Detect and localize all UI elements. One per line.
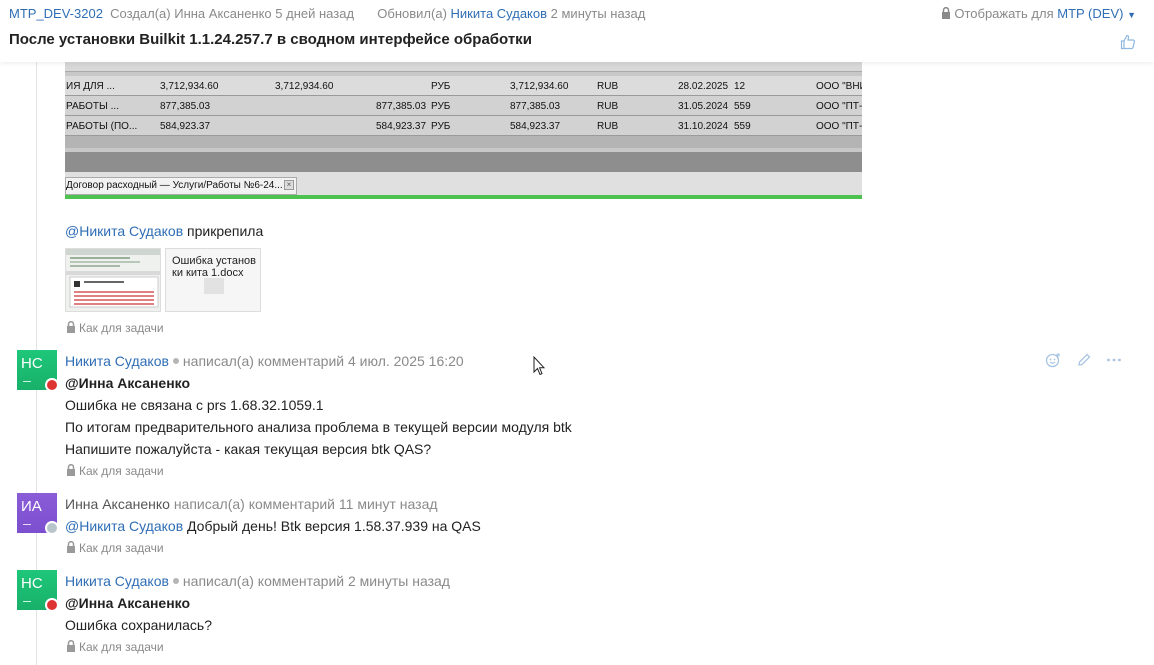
updated-prefix: Обновил(а) [377,6,447,21]
visibility-value: MTP (DEV) [1057,6,1124,21]
avatar-initials: НС [21,355,43,372]
emoji-reaction-icon[interactable] [1045,352,1061,368]
avatar[interactable]: НС [17,570,59,612]
avatar[interactable]: НС [17,350,59,392]
screenshot-row: РАБОТЫ ... 877,385.03 877,385.03 РУБ 877… [65,96,862,116]
screenshot-header-row [65,62,862,72]
screenshot-tab-strip: Договор расходный — Услуги/Работы №6-24.… [65,172,862,196]
lock-icon [67,320,75,333]
avatar[interactable]: ИА [17,493,59,535]
comment-time[interactable]: 11 минут назад [339,496,438,512]
mention-link[interactable]: @Никита Судаков [65,518,183,534]
issue-title: После установки Builkit 1.1.24.257.7 в с… [9,31,532,48]
comment-line: Напишите пожалуйста - какая текущая верс… [65,441,432,457]
avatar-initials: НС [21,575,43,592]
like-icon[interactable] [1120,34,1136,50]
document-file-name: Ошибка установки кита 1.docx [172,255,256,279]
edit-pencil-icon[interactable] [1076,352,1092,368]
visibility-selector[interactable]: Отображать для MTP (DEV) ▼ [941,6,1136,21]
attachment-note: @Никита Судаков прикрепила [65,223,263,239]
issue-meta: MTP_DEV-3202 Создал(а) Инна Аксаненко 5 … [9,6,645,21]
comment-header: Инна Аксаненко написал(а) комментарий 11… [65,496,438,512]
visibility-note: Как для задачи [66,540,164,555]
visibility-note: Как для задачи [66,463,164,478]
visibility-prefix: Отображать для [954,6,1054,21]
close-icon: × [284,180,294,190]
mouse-cursor-icon [533,356,545,376]
screenshot-progress-bar [65,195,862,199]
comment-author-link[interactable]: Никита Судаков [65,353,169,369]
avatar-initials: ИА [21,498,42,515]
comment-action: написал(а) комментарий [173,496,336,512]
comment-line: По итогам предварительного анализа пробл… [65,419,572,435]
screenshot-row: ИЯ ДЛЯ ... 3,712,934.60 3,712,934.60 РУБ… [65,76,862,96]
status-badge [45,598,59,612]
screenshot-row: РАБОТЫ (ПО... 584,923.37 584,923.37 РУБ … [65,116,862,136]
status-badge [45,521,59,535]
screenshot-gray-band [65,152,862,172]
comment-line: @Никита Судаков Добрый день! Btk версия … [65,518,481,534]
updated-when: 2 минуты назад [550,6,646,21]
lock-icon [941,6,950,19]
comment-actions [1045,352,1125,368]
comment-action: написал(а) комментарий [182,353,345,369]
visibility-note: Как для задачи [66,320,164,335]
created-prefix: Создал(а) [110,6,171,21]
comment-time[interactable]: 2 минуты назад [348,573,450,589]
comment-author-link[interactable]: Никита Судаков [65,573,169,589]
issue-key-link[interactable]: MTP_DEV-3202 [9,6,103,21]
visibility-note: Как для задачи [66,639,164,654]
comment-action: написал(а) комментарий [182,573,345,589]
screenshot-tab: Договор расходный — Услуги/Работы №6-24.… [65,177,297,195]
comment-mention[interactable]: @Инна Аксаненко [65,375,190,391]
comment-time[interactable]: 4 июл. 2025 16:20 [348,353,464,369]
comment-author[interactable]: Инна Аксаненко [65,496,170,512]
comment-line: Ошибка не связана с prs 1.68.32.1059.1 [65,397,324,413]
updated-by-link[interactable]: Никита Судаков [451,6,548,21]
comment-header: Никита Судаков написал(а) комментарий 2 м… [65,573,450,589]
document-icon [204,278,224,294]
comment-header: Никита Судаков написал(а) комментарий 4 и… [65,353,464,369]
lock-icon [67,463,75,476]
comment-text: Добрый день! Btk версия 1.58.37.939 на Q… [187,518,481,534]
issue-header: MTP_DEV-3202 Создал(а) Инна Аксаненко 5 … [0,0,1154,62]
chevron-down-icon: ▼ [1127,10,1136,20]
lock-icon [67,540,75,553]
image-thumbnail[interactable] [65,248,161,312]
more-options-icon[interactable] [1106,352,1122,368]
screenshot-thumbnail-image [66,249,160,311]
status-badge [45,378,59,392]
created-when: 5 дней назад [275,6,355,21]
presence-dot [172,578,179,584]
screenshot-empty-area [65,136,862,148]
lock-icon [67,639,75,652]
attached-screenshot[interactable]: ИЯ ДЛЯ ... 3,712,934.60 3,712,934.60 РУБ… [65,62,862,199]
comment-mention[interactable]: @Инна Аксаненко [65,595,190,611]
comment-line: Ошибка сохранилась? [65,617,213,633]
attachment-action: прикрепила [187,223,264,239]
created-by: Инна Аксаненко [174,6,272,21]
presence-dot [172,358,179,364]
mention-link[interactable]: @Никита Судаков [65,223,183,239]
document-thumbnail[interactable]: Ошибка установки кита 1.docx [165,248,261,312]
